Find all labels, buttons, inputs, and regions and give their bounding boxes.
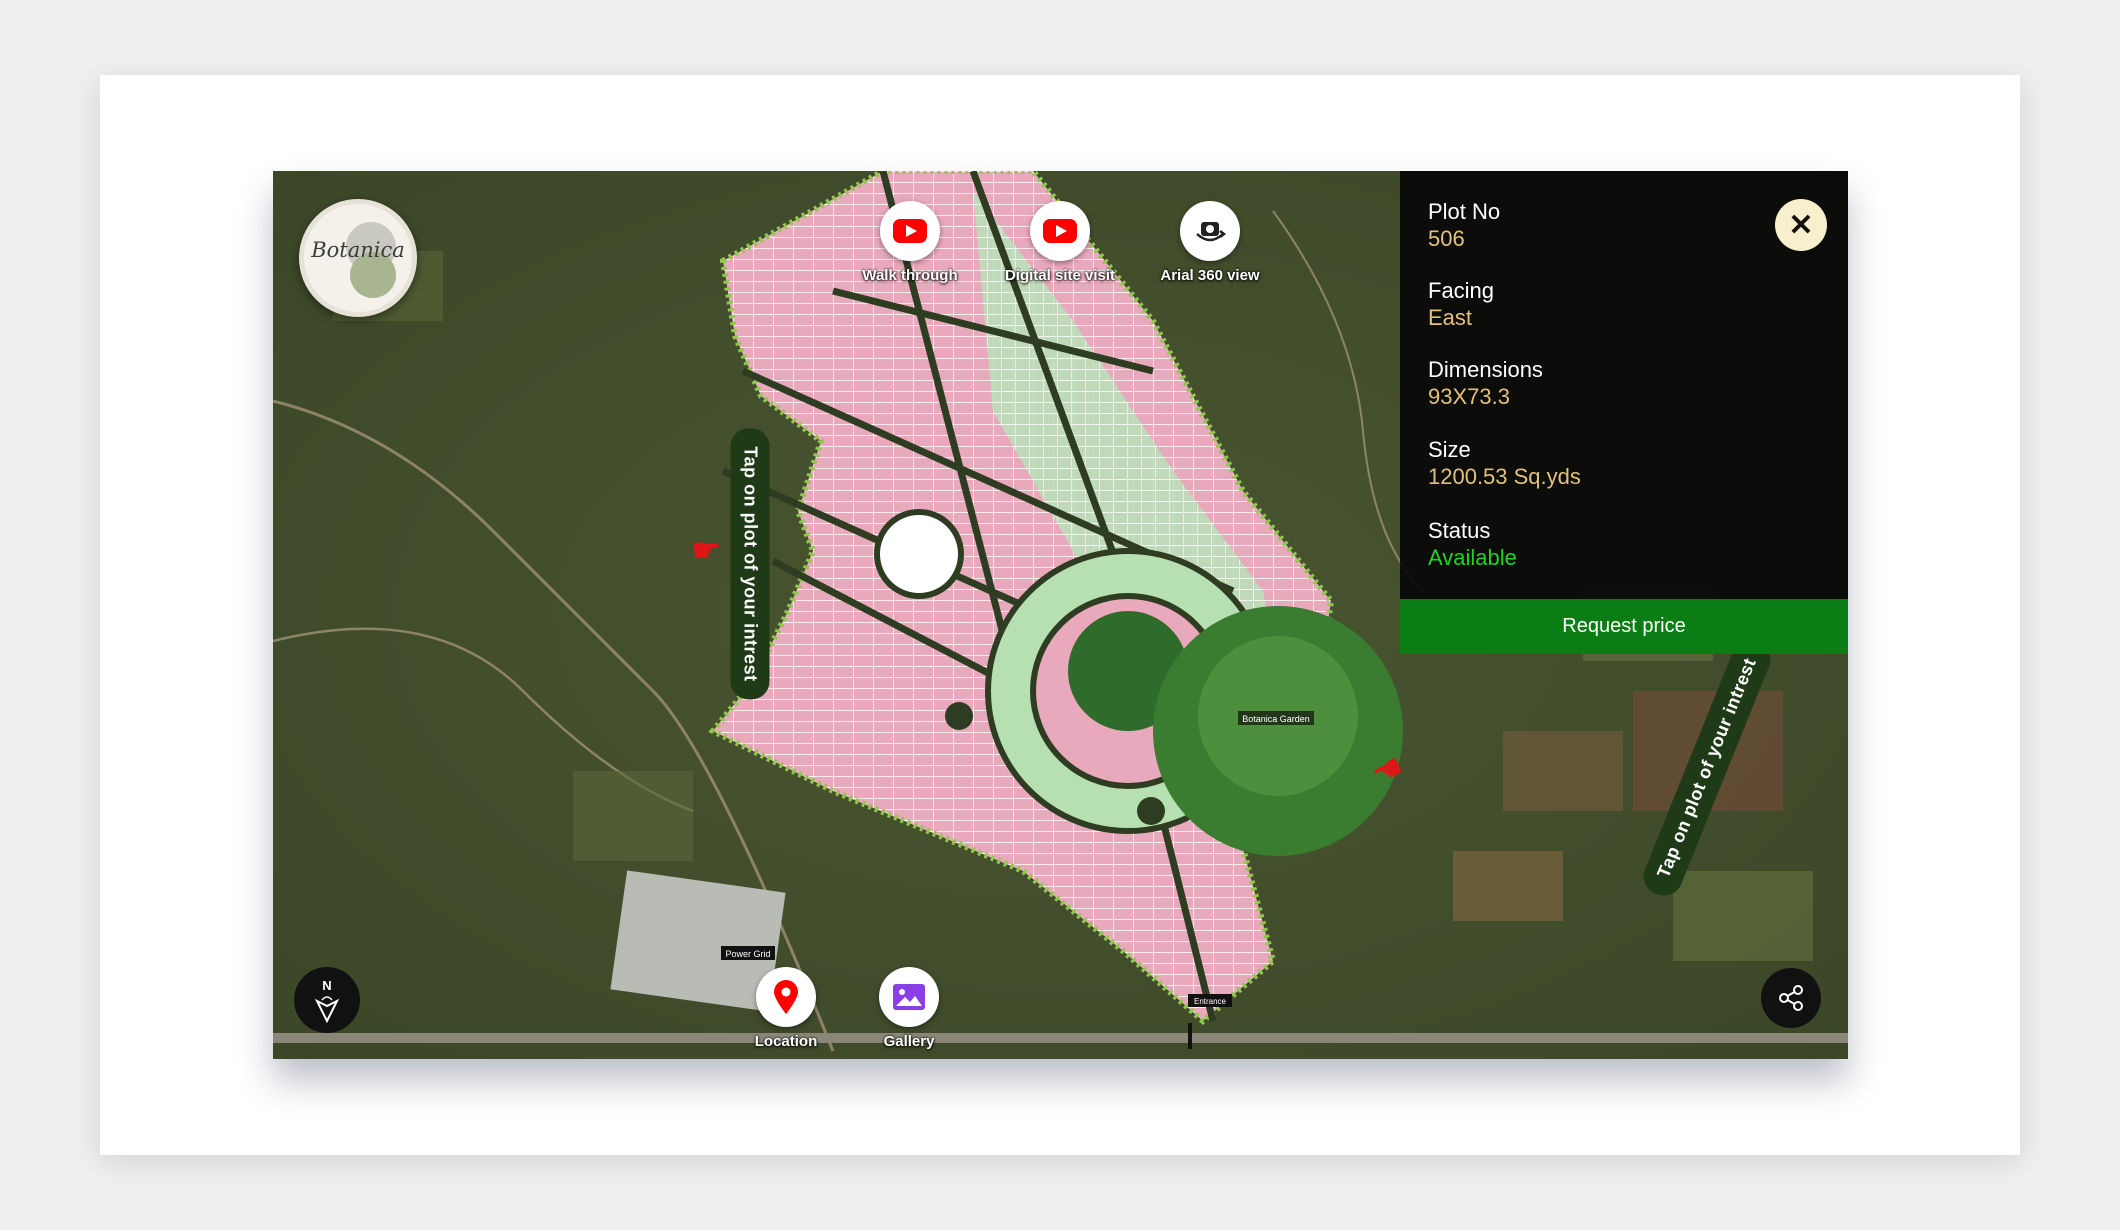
plot-no-field: Plot No 506 (1428, 198, 1500, 252)
layout-viewer: Power Grid Botanica Garden Entrance Bota… (273, 171, 1848, 1059)
plot-details-panel: Plot No 506 Facing East Dimensions 93X73… (1400, 171, 1848, 654)
share-icon (1779, 985, 1803, 1011)
facing-field: Facing East (1428, 277, 1494, 331)
svg-text:Entrance: Entrance (1194, 997, 1227, 1006)
share-button[interactable] (1761, 968, 1821, 1028)
location-label: Location (754, 1033, 818, 1050)
facing-label: Facing (1428, 278, 1495, 303)
dimensions-label: Dimensions (1428, 357, 1543, 382)
digital-site-visit-button[interactable]: Digital site visit (985, 201, 1135, 284)
compass-arrow-icon (314, 995, 340, 1023)
botanica-logo[interactable]: Botanica (299, 199, 417, 317)
location-button[interactable]: Location (726, 967, 846, 1050)
status-field: Status Available (1428, 517, 1517, 571)
gallery-button[interactable]: Gallery (849, 967, 969, 1050)
size-label: Size (1428, 437, 1471, 462)
dimensions-field: Dimensions 93X73.3 (1428, 356, 1543, 410)
power-grid-label: Power Grid (721, 946, 775, 960)
youtube-icon[interactable] (1030, 201, 1090, 261)
360-camera-icon[interactable] (1180, 201, 1240, 261)
svg-text:Botanica Garden: Botanica Garden (1242, 714, 1310, 724)
arial-360-view-button[interactable]: Arial 360 view (1135, 201, 1285, 284)
compass-north: N (322, 977, 332, 993)
botanica-garden-label: Botanica Garden (1238, 711, 1314, 725)
close-icon: ✕ (1788, 208, 1814, 242)
close-button[interactable]: ✕ (1775, 199, 1827, 251)
walk-through-button[interactable]: Walk through (835, 201, 985, 284)
size-field: Size 1200.53 Sq.yds (1428, 436, 1581, 490)
svg-text:Power Grid: Power Grid (725, 949, 770, 959)
request-price-button[interactable]: Request price (1400, 599, 1848, 654)
compass: N (294, 967, 360, 1033)
facing-value: East (1428, 305, 1473, 330)
status-label: Status (1428, 518, 1491, 543)
gallery-label: Gallery (883, 1033, 935, 1050)
walk-through-label: Walk through (862, 267, 958, 284)
logo-text: Botanica (311, 238, 405, 262)
dimensions-value: 93X73.3 (1428, 384, 1510, 409)
gallery-icon[interactable] (879, 967, 939, 1027)
tap-plot-hint: Tap on plot of your intrest (730, 428, 770, 700)
digital-site-visit-label: Digital site visit (1004, 267, 1116, 284)
plot-no-label: Plot No (1428, 199, 1501, 224)
arial-360-view-label: Arial 360 view (1160, 267, 1260, 284)
status-value: Available (1428, 545, 1517, 570)
youtube-icon[interactable] (880, 201, 940, 261)
entrance-label: Entrance (1188, 994, 1232, 1007)
plot-no-value: 506 (1428, 226, 1465, 251)
pointing-hand-icon: ☛ (691, 532, 722, 570)
location-pin-icon[interactable] (756, 967, 816, 1027)
size-value: 1200.53 Sq.yds (1428, 464, 1581, 489)
